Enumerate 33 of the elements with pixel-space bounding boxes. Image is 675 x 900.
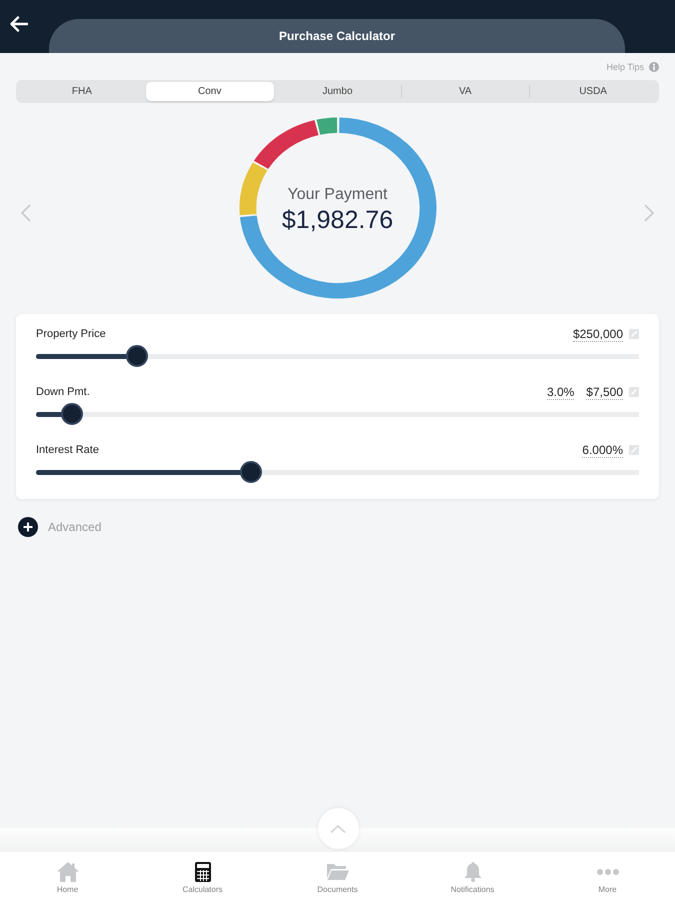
chevron-up-icon [330, 824, 346, 832]
loan-type-tab[interactable]: Conv [146, 82, 274, 101]
input-label: Interest Rate [36, 444, 99, 456]
nav-tab[interactable]: More [540, 852, 675, 900]
folder-icon [326, 862, 348, 882]
loan-type-tab[interactable]: USDA [529, 82, 657, 101]
house-icon [56, 862, 78, 882]
plus-circle-icon [18, 517, 38, 537]
bell-icon [462, 862, 484, 882]
nav-tab[interactable]: Home [0, 852, 135, 900]
value-field[interactable]: $7,500 [586, 384, 623, 400]
loan-type-tab[interactable]: FHA [18, 82, 146, 101]
input-label: Property Price [36, 328, 106, 340]
slider-thumb[interactable] [240, 461, 262, 483]
value-field[interactable]: $250,000 [572, 326, 623, 342]
nav-tab[interactable]: Notifications [405, 852, 540, 900]
chevron-left-icon [20, 204, 31, 222]
info-icon [649, 62, 659, 72]
slider-thumb[interactable] [126, 345, 148, 367]
slider-thumb[interactable] [61, 403, 84, 425]
back-arrow-icon [10, 16, 28, 32]
loan-type-tab[interactable]: Jumbo [274, 82, 402, 101]
payment-label: Your Payment [288, 185, 388, 205]
payment-amount: $1,982.76 [282, 205, 394, 235]
value-field[interactable]: 6.000% [582, 442, 623, 458]
value-field[interactable]: 3.0% [546, 384, 574, 400]
loan-type-tab[interactable]: VA [401, 82, 530, 101]
chevron-right-icon [644, 204, 655, 222]
nav-tab[interactable]: Documents [270, 852, 405, 900]
nav-tab[interactable]: Calculators [135, 852, 270, 900]
back-button[interactable] [10, 16, 28, 32]
input-label: Down Pmt. [36, 386, 90, 398]
screen-title: Purchase Calculator [49, 19, 625, 53]
